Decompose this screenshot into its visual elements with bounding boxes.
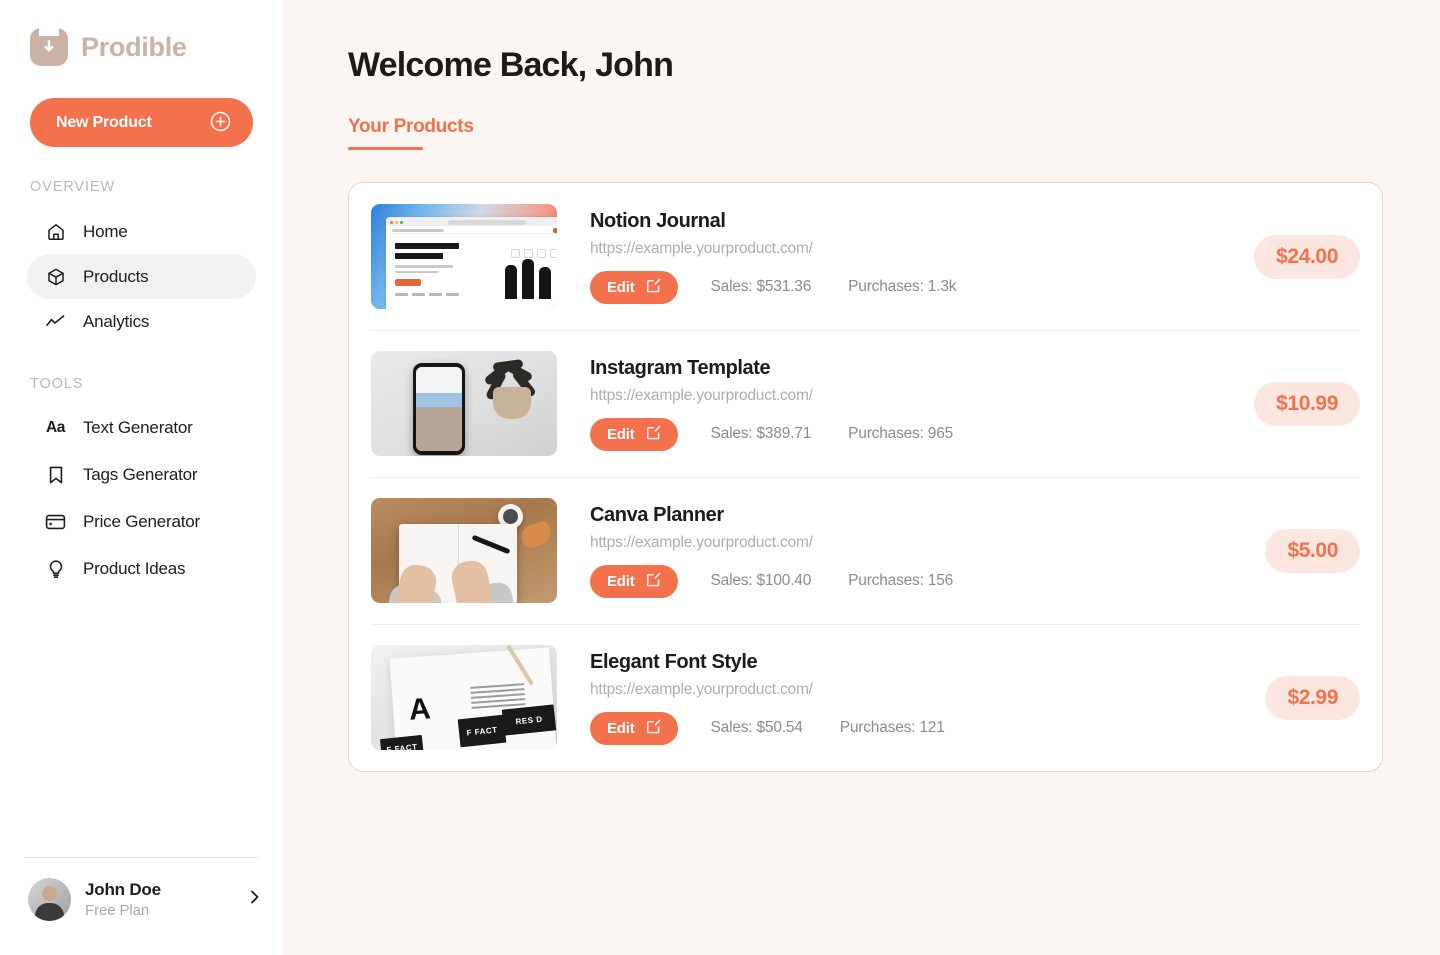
product-sales: Sales: $531.36 (710, 278, 812, 295)
main-content: Welcome Back, John Your Products Notion … (283, 0, 1440, 955)
edit-pencil-square-icon (646, 572, 661, 590)
profile-button[interactable]: John Doe Free Plan (0, 858, 283, 955)
nav-tools: Aa Text Generator Tags Generator Price G… (0, 404, 283, 592)
tabs: Your Products (348, 116, 1380, 150)
product-price-badge: $5.00 (1265, 528, 1360, 573)
profile-name: John Doe (85, 880, 161, 899)
home-icon (45, 221, 66, 242)
product-url: https://example.yourproduct.com/ (590, 386, 813, 404)
product-purchases: Purchases: 156 (848, 572, 954, 589)
product-name: Instagram Template (590, 356, 771, 379)
product-price-badge: $24.00 (1254, 234, 1360, 279)
product-url: https://example.yourproduct.com/ (590, 680, 813, 698)
product-row[interactable]: Canva Planner https://example.yourproduc… (371, 477, 1360, 624)
product-row[interactable]: A F FACT F FACT RES D Elegant Font Style… (371, 624, 1360, 771)
plus-circle-icon (210, 111, 231, 135)
product-info: Canva Planner https://example.yourproduc… (557, 504, 1265, 598)
download-box-icon (30, 24, 68, 66)
text-aa-icon: Aa (45, 418, 65, 436)
product-price-badge: $10.99 (1254, 381, 1360, 426)
product-url: https://example.yourproduct.com/ (590, 533, 813, 551)
edit-button[interactable]: Edit (590, 417, 678, 451)
product-thumbnail (371, 204, 557, 309)
product-price-badge: $2.99 (1265, 675, 1360, 720)
product-thumbnail: A F FACT F FACT RES D (371, 645, 557, 750)
edit-button[interactable]: Edit (590, 270, 678, 304)
product-info: Notion Journal https://example.yourprodu… (557, 210, 1254, 304)
product-name: Canva Planner (590, 503, 724, 526)
credit-card-icon (45, 511, 66, 532)
lightbulb-icon (45, 558, 66, 579)
product-name: Elegant Font Style (590, 650, 758, 673)
product-meta: Edit Sales: $389.71 Purchases: 965 (590, 417, 1254, 451)
sidebar-item-label: Price Generator (83, 511, 200, 531)
section-title-tools: TOOLS (30, 376, 84, 392)
edit-pencil-square-icon (646, 278, 661, 296)
product-info: Instagram Template https://example.yourp… (557, 357, 1254, 451)
new-product-label: New Product (56, 113, 152, 131)
sidebar-item-products[interactable]: Products (27, 254, 256, 299)
edit-label: Edit (607, 278, 635, 296)
thumb-text-fact: F FACT (457, 714, 507, 748)
tab-active-underline (348, 147, 423, 150)
product-meta: Edit Sales: $50.54 Purchases: 121 (590, 711, 1265, 745)
product-sales: Sales: $389.71 (710, 425, 812, 442)
product-row[interactable]: Notion Journal https://example.yourprodu… (371, 183, 1360, 330)
product-name: Notion Journal (590, 209, 726, 232)
edit-pencil-square-icon (646, 719, 661, 737)
sidebar-item-product-ideas[interactable]: Product Ideas (27, 545, 256, 592)
thumb-text-fact: F FACT (379, 734, 425, 750)
page-title: Welcome Back, John (348, 46, 674, 84)
sidebar-item-analytics[interactable]: Analytics (27, 299, 256, 344)
sidebar-item-text-generator[interactable]: Aa Text Generator (27, 404, 256, 451)
sidebar-item-label: Products (83, 266, 149, 286)
section-title-overview: OVERVIEW (30, 179, 116, 195)
product-sales: Sales: $100.40 (710, 572, 812, 589)
sidebar: Prodible New Product OVERVIEW Home Produ… (0, 0, 283, 955)
new-product-button[interactable]: New Product (30, 98, 253, 147)
edit-label: Edit (607, 425, 635, 443)
sidebar-item-price-generator[interactable]: Price Generator (27, 498, 256, 545)
sidebar-item-label: Tags Generator (83, 464, 198, 484)
edit-pencil-square-icon (646, 425, 661, 443)
tab-your-products[interactable]: Your Products (348, 116, 474, 150)
sidebar-item-tags-generator[interactable]: Tags Generator (27, 451, 256, 498)
brand: Prodible (0, 0, 283, 66)
product-url: https://example.yourproduct.com/ (590, 239, 813, 257)
trend-line-icon (45, 311, 66, 332)
edit-label: Edit (607, 719, 635, 737)
sidebar-item-label: Analytics (83, 311, 150, 331)
profile-plan: Free Plan (85, 902, 150, 919)
product-sales: Sales: $50.54 (710, 719, 803, 736)
edit-label: Edit (607, 572, 635, 590)
nav-overview: Home Products Analytics (0, 209, 283, 344)
edit-button[interactable]: Edit (590, 564, 678, 598)
app-root: Prodible New Product OVERVIEW Home Produ… (0, 0, 1440, 955)
sidebar-item-home[interactable]: Home (27, 209, 256, 254)
product-meta: Edit Sales: $100.40 Purchases: 156 (590, 564, 1265, 598)
product-thumbnail (371, 498, 557, 603)
bookmark-icon (45, 464, 66, 485)
cube-icon (45, 266, 66, 287)
thumb-text-res: RES D (501, 704, 557, 736)
chevron-right-icon (249, 887, 261, 912)
product-meta: Edit Sales: $531.36 Purchases: 1.3k (590, 270, 1254, 304)
product-thumbnail (371, 351, 557, 456)
avatar (28, 878, 71, 921)
product-purchases: Purchases: 121 (839, 719, 945, 736)
product-purchases: Purchases: 1.3k (848, 278, 957, 295)
edit-button[interactable]: Edit (590, 711, 678, 745)
profile-text: John Doe Free Plan (85, 880, 235, 919)
tab-label: Your Products (348, 116, 474, 137)
sidebar-item-label: Text Generator (83, 417, 193, 437)
products-card: Notion Journal https://example.yourprodu… (348, 182, 1383, 772)
sidebar-item-label: Home (83, 221, 128, 241)
sidebar-item-label: Product Ideas (83, 558, 186, 578)
product-info: Elegant Font Style https://example.yourp… (557, 651, 1265, 745)
product-purchases: Purchases: 965 (848, 425, 954, 442)
product-row[interactable]: Instagram Template https://example.yourp… (371, 330, 1360, 477)
brand-name: Prodible (81, 31, 187, 62)
